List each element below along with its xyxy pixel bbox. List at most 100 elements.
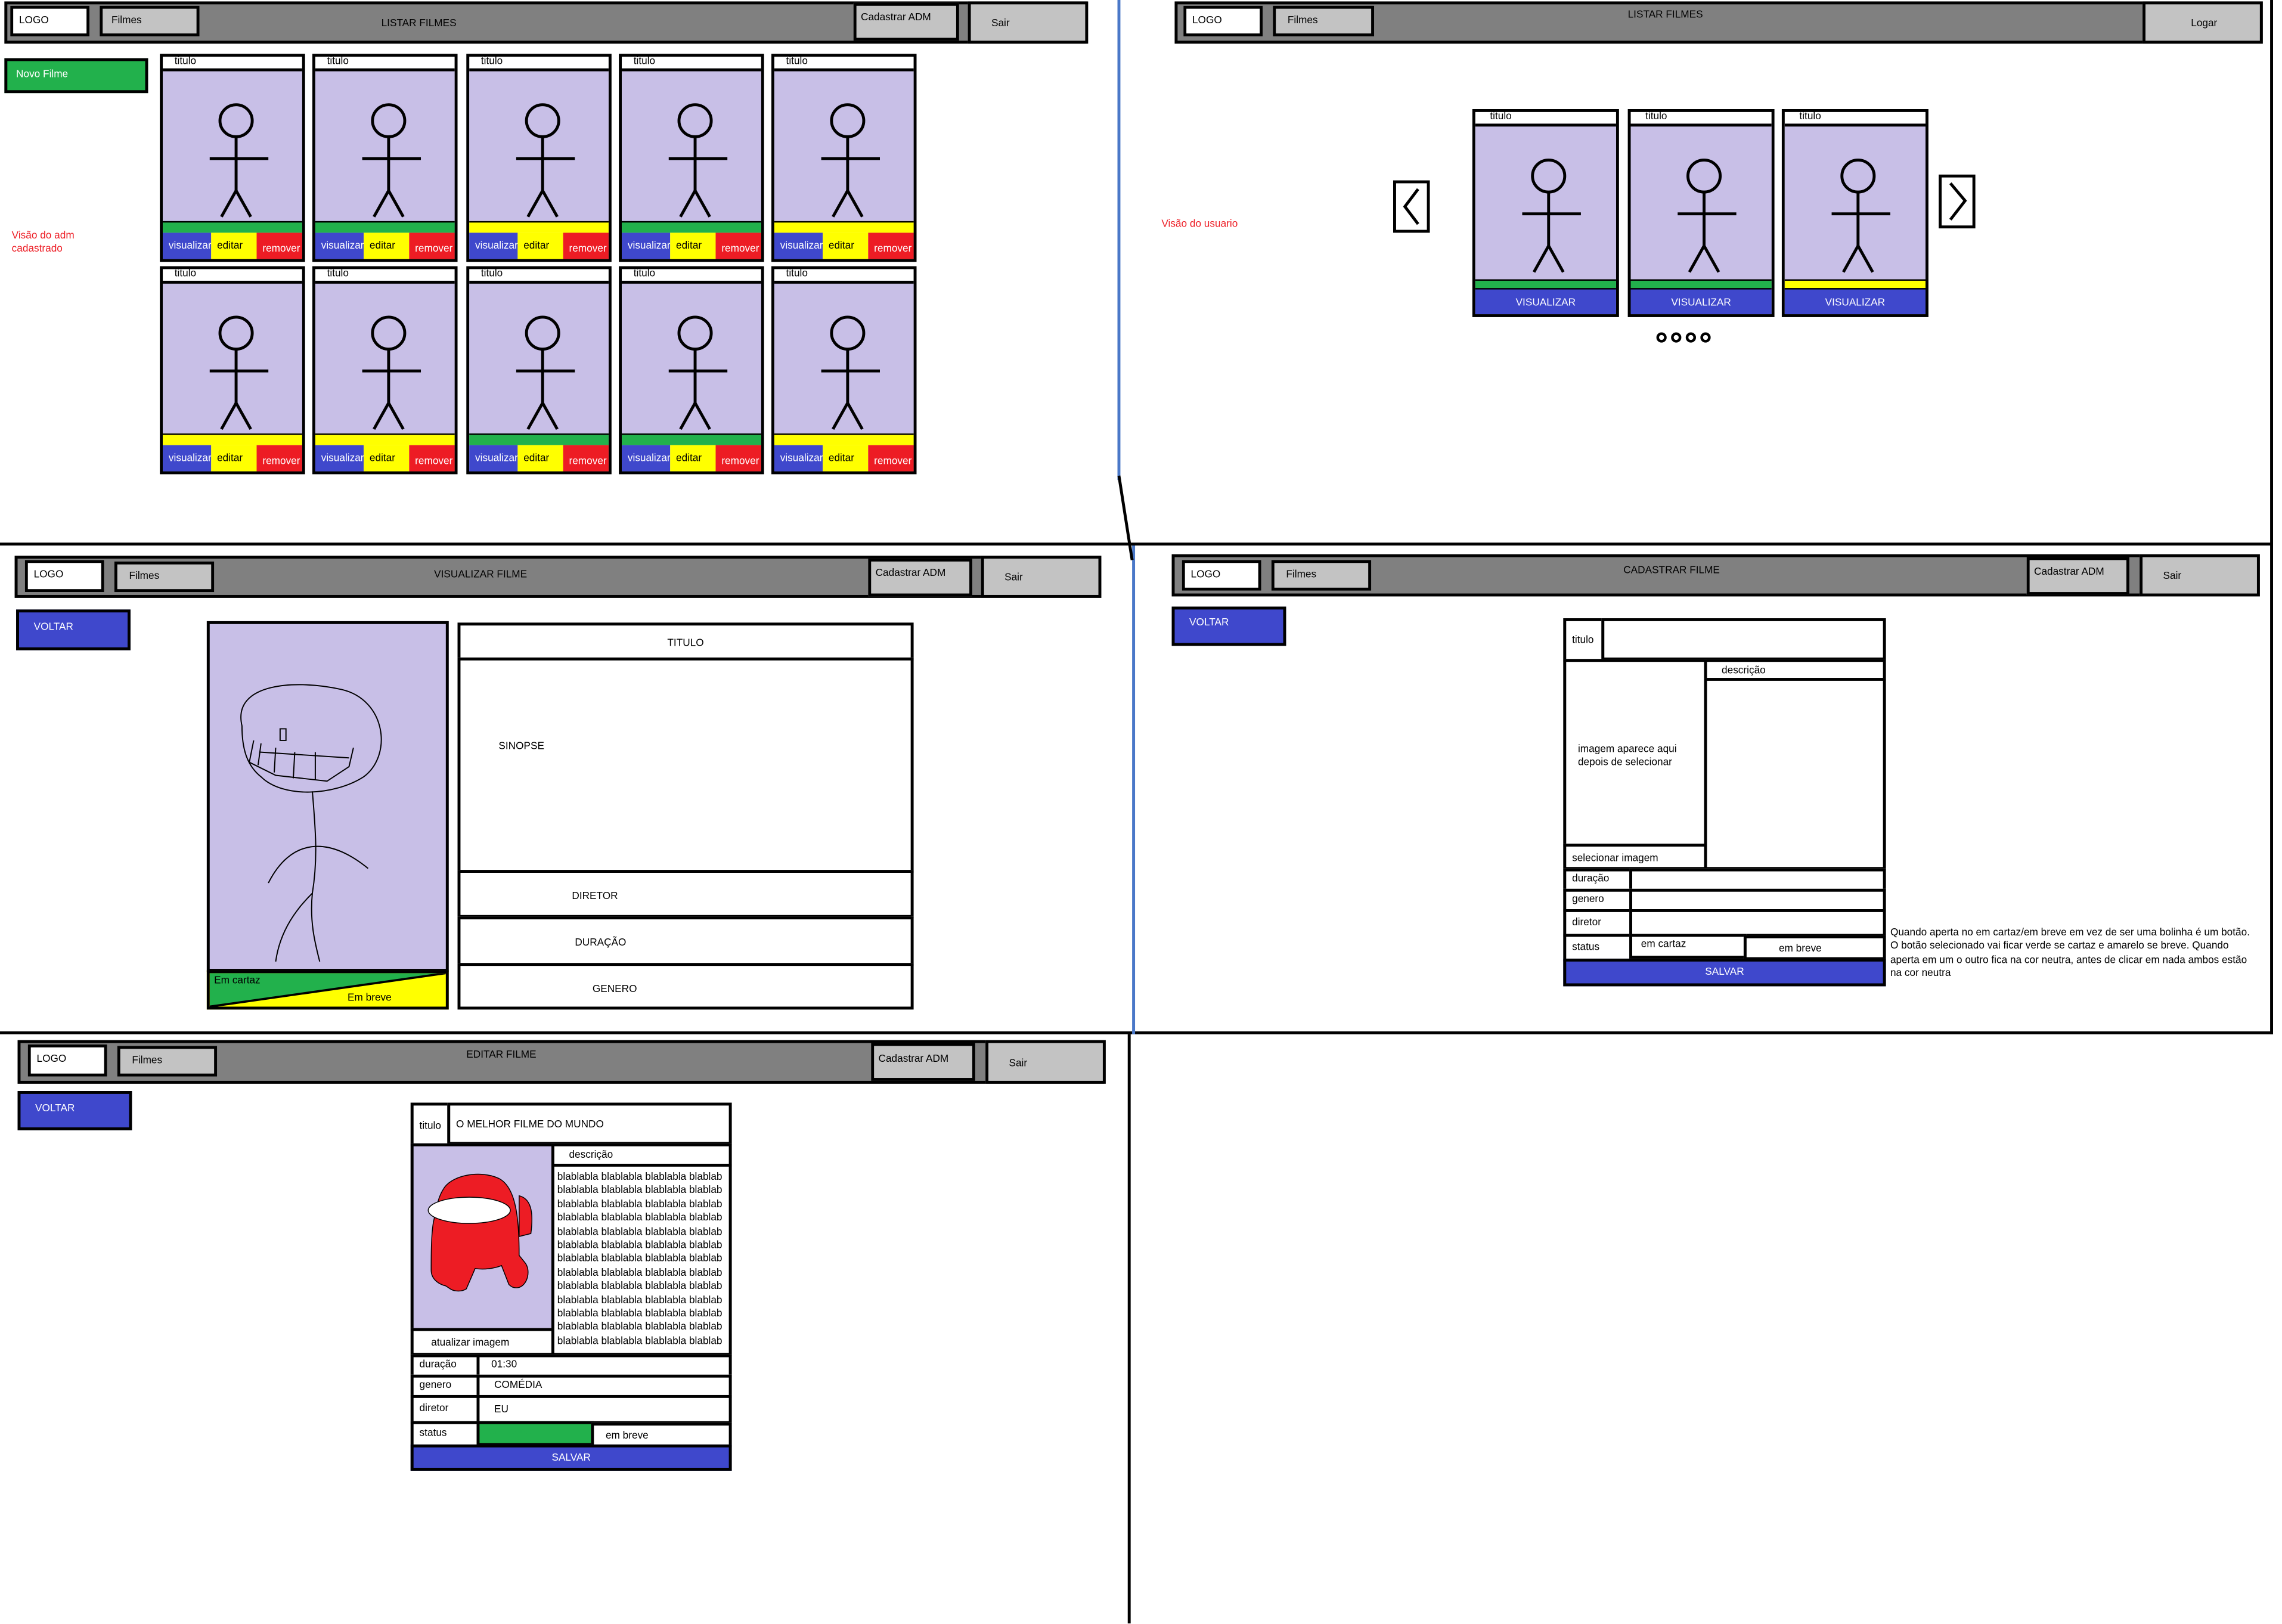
card-poster xyxy=(315,280,455,434)
edit-button[interactable]: editar xyxy=(670,233,716,259)
film-title-field: TITULO xyxy=(457,622,914,661)
view-button[interactable]: visualizar xyxy=(622,445,671,472)
description-line: blablabla blablabla blablabla blablab xyxy=(557,1323,723,1334)
director-label: diretor xyxy=(1563,909,1632,937)
logo: LOGO xyxy=(1182,560,1261,591)
voltar-button[interactable]: VOLTAR xyxy=(1171,606,1286,646)
cadastrar-adm-button[interactable]: Cadastrar ADM xyxy=(868,558,972,597)
title-input[interactable]: O MELHOR FILME DO MUNDO xyxy=(447,1102,732,1145)
card-poster xyxy=(1630,123,1772,280)
film-image xyxy=(410,1143,554,1331)
update-image-button[interactable]: atualizar imagem xyxy=(410,1328,554,1356)
view-button[interactable]: visualizar xyxy=(163,445,212,472)
cadastrar-adm-button[interactable]: Cadastrar ADM xyxy=(871,1043,975,1081)
description-line: blablabla blablabla blablabla blablab xyxy=(557,1268,723,1279)
view-button[interactable]: visualizar xyxy=(774,445,823,472)
edit-button[interactable]: editar xyxy=(364,445,410,472)
film-card: titulo visualizar editar remover xyxy=(619,266,764,475)
film-duration-field: DURAÇÃO xyxy=(457,916,914,966)
view-button[interactable]: visualizar xyxy=(774,233,823,259)
nav-filmes[interactable]: Filmes xyxy=(100,5,200,36)
remove-button[interactable]: remover xyxy=(868,233,914,259)
cadastrar-adm-button[interactable]: Cadastrar ADM xyxy=(2026,557,2129,595)
status-em-breve-button[interactable]: em breve xyxy=(1743,935,1886,960)
remove-button[interactable]: remover xyxy=(256,233,302,259)
status-em-cartaz-button[interactable]: em cartaz xyxy=(476,1421,594,1446)
cadastrar-adm-button[interactable]: Cadastrar ADM xyxy=(853,2,959,41)
status-em-breve[interactable]: Em breve xyxy=(348,994,392,1004)
status-indicator xyxy=(469,221,609,233)
remove-button[interactable]: remover xyxy=(563,233,609,259)
edit-button[interactable]: editar xyxy=(823,445,869,472)
view-button[interactable]: visualizar xyxy=(163,233,212,259)
director-input[interactable] xyxy=(1629,909,1886,937)
edit-button[interactable]: editar xyxy=(211,445,257,472)
status-em-cartaz[interactable]: Em cartaz xyxy=(214,976,261,986)
view-button[interactable]: VISUALIZAR xyxy=(1475,288,1616,315)
user-view-note: Visão do usuario xyxy=(1161,219,1238,230)
film-card: titulo visualizar editar remover xyxy=(466,266,612,475)
new-film-button[interactable]: Novo Filme xyxy=(4,58,148,94)
stick-figure-icon xyxy=(1831,158,1890,273)
chevron-right-icon xyxy=(1949,182,1967,221)
status-behaviour-note: Quando aperta no em cartaz/em breve em v… xyxy=(1890,928,2250,980)
director-input[interactable]: EU xyxy=(476,1394,732,1424)
stick-figure-icon xyxy=(821,103,880,218)
edit-button[interactable]: editar xyxy=(517,445,563,472)
remove-button[interactable]: remover xyxy=(256,445,302,472)
save-button[interactable]: SALVAR xyxy=(1563,958,1886,987)
voltar-button[interactable]: VOLTAR xyxy=(17,1091,132,1130)
remove-button[interactable]: remover xyxy=(868,445,914,472)
status-em-breve-button[interactable]: em breve xyxy=(591,1422,732,1448)
view-button[interactable]: visualizar xyxy=(622,233,671,259)
carousel-dots[interactable] xyxy=(1654,330,1716,345)
remove-button[interactable]: remover xyxy=(409,233,455,259)
sair-button[interactable]: Sair xyxy=(985,1040,1106,1084)
view-button[interactable]: visualizar xyxy=(469,233,518,259)
logar-button[interactable]: Logar xyxy=(2143,1,2263,44)
edit-button[interactable]: editar xyxy=(364,233,410,259)
sair-button[interactable]: Sair xyxy=(2140,554,2260,597)
view-button[interactable]: visualizar xyxy=(469,445,518,472)
view-button[interactable]: visualizar xyxy=(315,233,364,259)
status-em-cartaz-button[interactable]: em cartaz xyxy=(1629,934,1747,959)
save-button[interactable]: SALVAR xyxy=(410,1444,732,1471)
status-toggle[interactable]: Em cartaz Em breve xyxy=(206,970,449,1010)
remove-button[interactable]: remover xyxy=(409,445,455,472)
remove-button[interactable]: remover xyxy=(715,445,761,472)
select-image-button[interactable]: selecionar imagem xyxy=(1563,844,1707,870)
film-card: titulo VISUALIZAR xyxy=(1781,109,1928,317)
nav-filmes[interactable]: Filmes xyxy=(1273,5,1375,36)
edit-button[interactable]: editar xyxy=(211,233,257,259)
chevron-left-icon xyxy=(1403,188,1419,225)
page-title: CADASTRAR FILME xyxy=(1623,566,1720,577)
view-button[interactable]: VISUALIZAR xyxy=(1784,288,1926,315)
logo: LOGO xyxy=(1183,5,1263,36)
film-card: titulo visualizar editar remover xyxy=(312,266,458,475)
carousel-next-button[interactable] xyxy=(1939,174,1976,229)
stick-figure-icon xyxy=(516,315,575,430)
voltar-button[interactable]: VOLTAR xyxy=(16,609,131,650)
nav-filmes[interactable]: Filmes xyxy=(114,561,215,593)
status-indicator xyxy=(774,433,914,445)
description-input[interactable]: blablabla blablabla blablabla blablab bla… xyxy=(551,1164,732,1356)
sair-button[interactable]: Sair xyxy=(981,556,1102,598)
nav-filmes[interactable]: Filmes xyxy=(117,1046,218,1077)
remove-button[interactable]: remover xyxy=(563,445,609,472)
edit-button[interactable]: editar xyxy=(823,233,869,259)
carousel-prev-button[interactable] xyxy=(1393,180,1430,233)
title-input[interactable] xyxy=(1601,618,1886,661)
view-button[interactable]: visualizar xyxy=(315,445,364,472)
stick-figure-icon xyxy=(1678,158,1737,273)
red-crewmate-image xyxy=(427,1173,533,1292)
edit-button[interactable]: editar xyxy=(517,233,563,259)
edit-button[interactable]: editar xyxy=(670,445,716,472)
doodle-face-image xyxy=(240,684,382,962)
film-card: titulo visualizar editar remover xyxy=(771,266,917,475)
status-indicator xyxy=(315,433,455,445)
remove-button[interactable]: remover xyxy=(715,233,761,259)
nav-filmes[interactable]: Filmes xyxy=(1271,560,1372,591)
sair-button[interactable]: Sair xyxy=(968,1,1089,44)
view-button[interactable]: VISUALIZAR xyxy=(1630,288,1772,315)
description-input[interactable] xyxy=(1704,678,1886,870)
